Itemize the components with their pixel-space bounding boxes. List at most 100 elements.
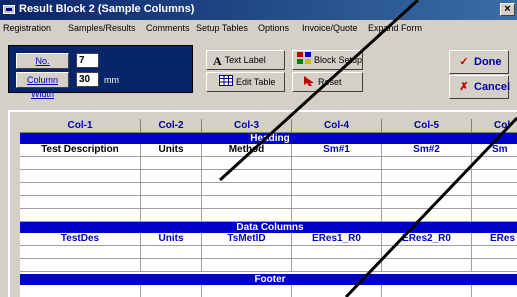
block-setup-icon [297, 51, 311, 70]
table-cell[interactable] [141, 209, 202, 222]
table-cell[interactable] [141, 157, 202, 170]
footer-section-bar: Footer [20, 274, 517, 285]
table-cell[interactable] [20, 259, 141, 272]
table-cell[interactable] [141, 196, 202, 209]
no-columns-button[interactable]: No. Columns [16, 53, 69, 80]
menu-registration[interactable]: Registration [3, 23, 51, 33]
table-cell[interactable]: Method [202, 144, 292, 157]
table-cell[interactable] [472, 285, 517, 297]
table-cell[interactable] [141, 246, 202, 259]
menu-bar: Registration Samples/Results Comments Se… [0, 20, 517, 38]
table-cell[interactable] [202, 183, 292, 196]
table-row [20, 170, 517, 183]
table-cell[interactable]: Test Description [20, 144, 141, 157]
table-cell[interactable] [472, 183, 517, 196]
column-header[interactable]: Col [472, 119, 517, 133]
app-icon [3, 5, 15, 14]
menu-invoice-quote[interactable]: Invoice/Quote [302, 23, 358, 33]
table-row [20, 285, 517, 297]
table-cell[interactable] [292, 246, 382, 259]
no-columns-field[interactable]: 7 [76, 53, 99, 68]
menu-expand-form[interactable]: Expand Form [368, 23, 422, 33]
table-cell[interactable] [292, 285, 382, 297]
data-columns-section-bar: Data Columns [20, 222, 517, 233]
table-cell[interactable] [382, 183, 472, 196]
table-cell[interactable] [20, 196, 141, 209]
table-cell[interactable] [472, 157, 517, 170]
table-cell[interactable] [382, 157, 472, 170]
edit-table-button[interactable]: Edit Table [206, 72, 285, 92]
result-block-grid[interactable]: Col-1 Col-2 Col-3 Col-4 Col-5 Col Headin… [20, 119, 517, 297]
table-cell[interactable] [382, 170, 472, 183]
table-cell[interactable]: Units [141, 233, 202, 246]
table-row [20, 183, 517, 196]
table-cell[interactable] [382, 259, 472, 272]
table-cell[interactable] [141, 285, 202, 297]
table-cell[interactable] [472, 209, 517, 222]
edit-table-label: Edit Table [236, 77, 276, 87]
table-cell[interactable] [202, 196, 292, 209]
block-setup-label: Block Setup [314, 55, 363, 65]
table-cell[interactable] [141, 259, 202, 272]
table-cell[interactable] [292, 259, 382, 272]
table-cell[interactable] [382, 196, 472, 209]
table-cell[interactable] [472, 246, 517, 259]
table-cell[interactable] [292, 157, 382, 170]
table-cell[interactable]: ERes1_R0 [292, 233, 382, 246]
menu-samples-results[interactable]: Samples/Results [68, 23, 136, 33]
reset-button[interactable]: Reset [292, 72, 363, 92]
table-cell[interactable]: ERes [472, 233, 517, 246]
table-cell[interactable] [382, 246, 472, 259]
done-button[interactable]: ✓ Done [449, 50, 509, 74]
table-cell[interactable]: Sm#1 [292, 144, 382, 157]
table-cell[interactable] [20, 170, 141, 183]
table-icon [219, 74, 233, 92]
table-cell[interactable] [292, 183, 382, 196]
table-cell[interactable] [141, 183, 202, 196]
column-width-field[interactable]: 30 [76, 72, 99, 87]
table-cell[interactable] [20, 157, 141, 170]
table-cell[interactable] [202, 259, 292, 272]
menu-comments[interactable]: Comments [146, 23, 190, 33]
column-header[interactable]: Col-3 [202, 119, 292, 133]
menu-options[interactable]: Options [258, 23, 289, 33]
table-cell[interactable] [292, 170, 382, 183]
text-label-button[interactable]: A Text Label [206, 50, 285, 70]
table-row [20, 157, 517, 170]
table-cell[interactable]: TsMetID [202, 233, 292, 246]
table-cell[interactable] [202, 157, 292, 170]
table-cell[interactable] [382, 209, 472, 222]
table-cell[interactable] [202, 209, 292, 222]
reset-arrow-icon [303, 74, 315, 92]
table-cell[interactable] [382, 285, 472, 297]
column-header[interactable]: Col-4 [292, 119, 382, 133]
table-cell[interactable] [472, 170, 517, 183]
column-header[interactable]: Col-5 [382, 119, 472, 133]
table-cell[interactable] [20, 209, 141, 222]
table-cell[interactable] [292, 209, 382, 222]
column-header[interactable]: Col-2 [141, 119, 202, 133]
table-cell[interactable] [202, 170, 292, 183]
table-cell[interactable] [202, 246, 292, 259]
table-cell[interactable] [141, 170, 202, 183]
cancel-button[interactable]: ✗ Cancel [449, 75, 510, 99]
table-cell[interactable]: ERes2_R0 [382, 233, 472, 246]
column-header[interactable]: Col-1 [20, 119, 141, 133]
table-row: Test Description Units Method Sm#1 Sm#2 … [20, 144, 517, 157]
column-width-button[interactable]: Column Width [16, 72, 69, 99]
table-cell[interactable]: Sm#2 [382, 144, 472, 157]
menu-setup-tables[interactable]: Setup Tables [196, 23, 248, 33]
table-cell[interactable] [20, 246, 141, 259]
block-setup-button[interactable]: Block Setup [292, 50, 363, 70]
table-cell[interactable] [292, 196, 382, 209]
table-cell[interactable] [20, 285, 141, 297]
table-cell[interactable]: Units [141, 144, 202, 157]
table-cell[interactable] [472, 259, 517, 272]
table-cell[interactable]: Sm [472, 144, 517, 157]
close-button[interactable]: × [500, 3, 515, 16]
cancel-x-icon: ✗ [459, 81, 469, 93]
table-cell[interactable] [202, 285, 292, 297]
table-cell[interactable] [472, 196, 517, 209]
table-cell[interactable]: TestDes [20, 233, 141, 246]
table-cell[interactable] [20, 183, 141, 196]
